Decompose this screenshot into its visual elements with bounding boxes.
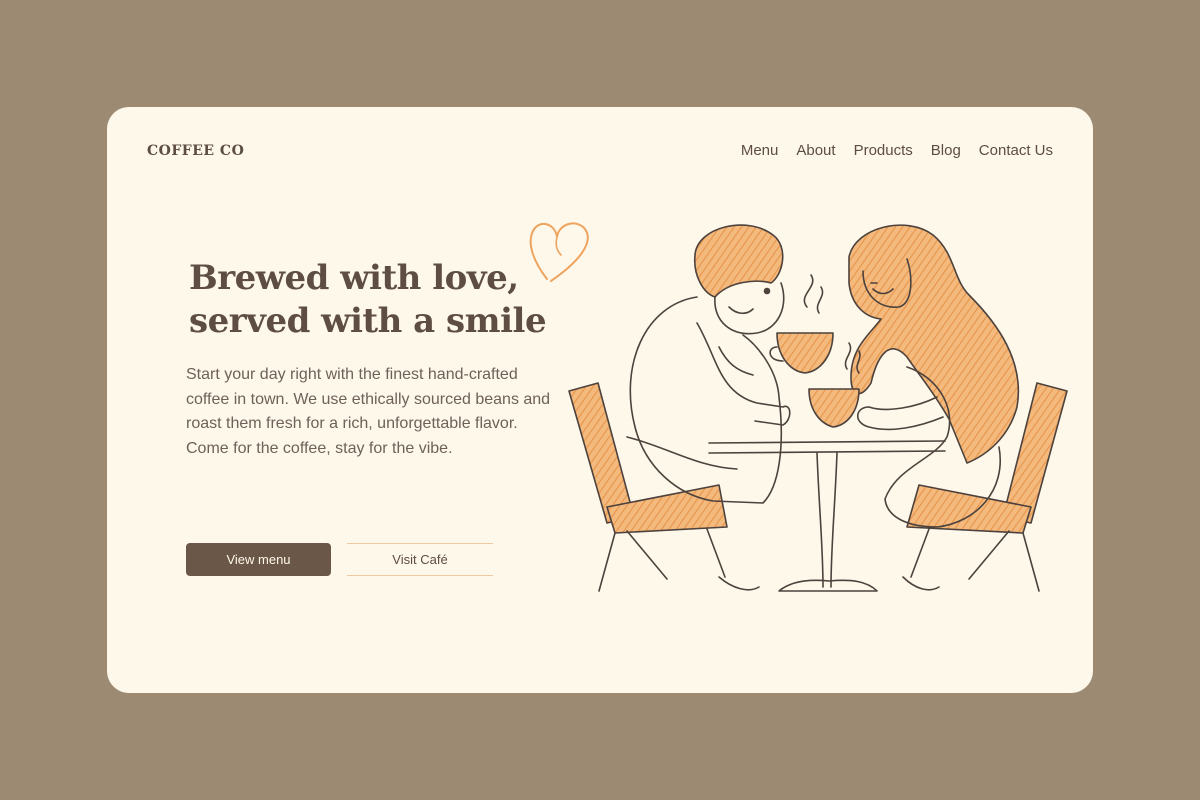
couple-drinking-coffee-illustration	[568, 224, 1068, 592]
headline-line-2: served with a smile	[189, 301, 547, 341]
visit-cafe-button[interactable]: Visit Café	[347, 543, 493, 576]
man-arm	[696, 322, 791, 426]
nav-link-about[interactable]: About	[796, 142, 835, 159]
headline-line-1: Brewed with love,	[189, 258, 519, 298]
brand-logo[interactable]: COFFEE CO	[147, 143, 244, 159]
woman-arm	[856, 396, 944, 431]
landing-card: COFFEE CO Menu About Products Blog Conta…	[107, 107, 1093, 693]
hero-headline: Brewed with love, served with a smile	[189, 257, 547, 343]
table-base	[778, 579, 878, 592]
man-cup	[776, 332, 834, 374]
man-hair	[693, 224, 784, 298]
nav-link-blog[interactable]: Blog	[931, 142, 961, 159]
nav-link-contact-us[interactable]: Contact Us	[979, 142, 1053, 159]
view-menu-button[interactable]: View menu	[186, 543, 331, 576]
man-face	[714, 282, 785, 335]
nav-link-products[interactable]: Products	[854, 142, 913, 159]
man-body	[629, 296, 783, 504]
woman-cup	[808, 388, 860, 428]
main-nav: Menu About Products Blog Contact Us	[741, 142, 1053, 159]
left-chair-back	[568, 382, 635, 524]
table-top	[708, 440, 946, 454]
table-leg	[816, 452, 838, 588]
hero-description: Start your day right with the finest han…	[186, 366, 551, 457]
nav-link-menu[interactable]: Menu	[741, 142, 779, 159]
woman-hair	[848, 224, 1020, 464]
